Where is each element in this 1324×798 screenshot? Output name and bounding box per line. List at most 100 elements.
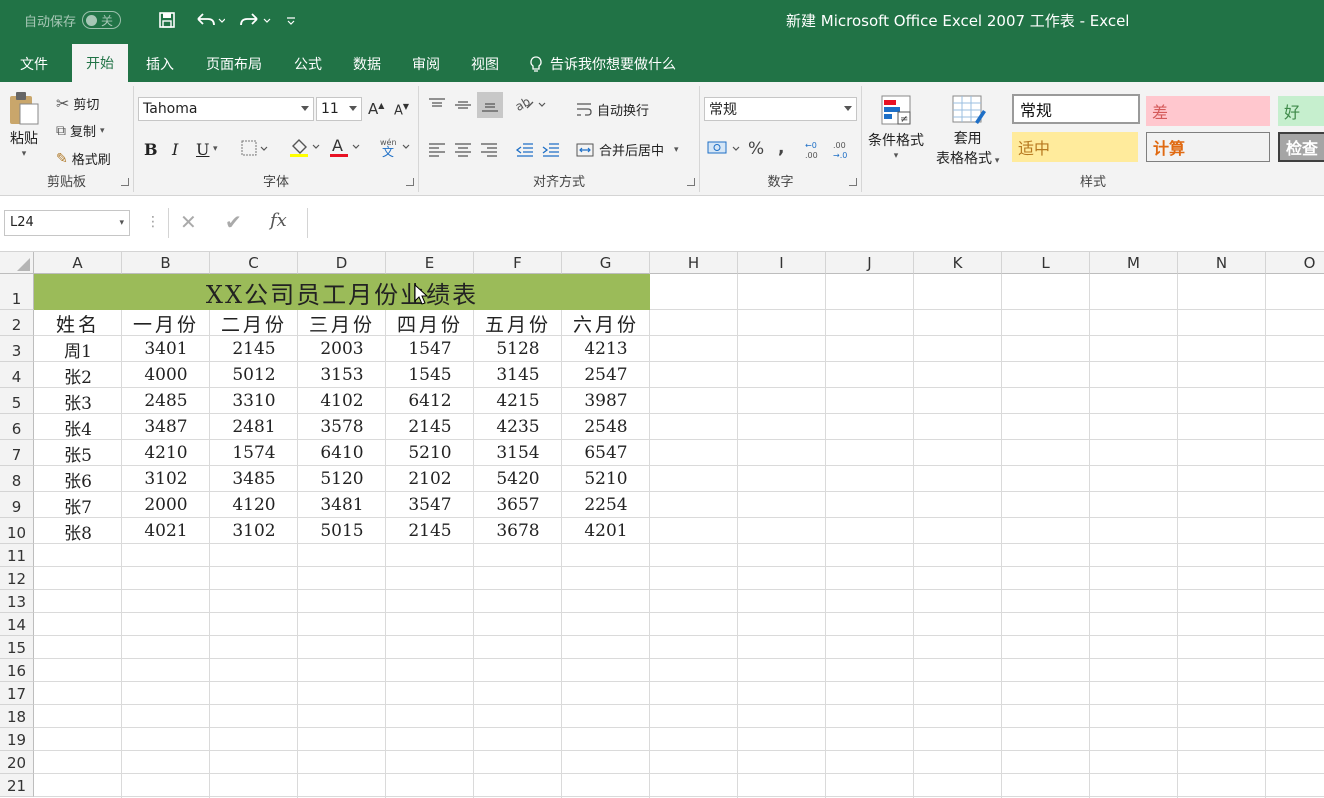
data-cell[interactable]: 4201 — [562, 518, 650, 544]
tab-formulas[interactable]: 公式 — [284, 46, 332, 82]
cut-button[interactable]: ✂ 剪切 — [56, 94, 99, 113]
data-cell[interactable]: 周1 — [34, 336, 122, 362]
style-normal[interactable]: 常规 — [1012, 94, 1140, 124]
copy-dropdown-icon[interactable]: ▾ — [100, 126, 105, 136]
copy-button[interactable]: ⧉ 复制 ▾ — [56, 121, 105, 141]
data-cell[interactable]: 5128 — [474, 336, 562, 362]
name-box[interactable]: L24 ▾ — [4, 210, 130, 236]
header-cell[interactable]: 姓名 — [34, 310, 122, 336]
merge-dropdown-icon[interactable]: ▾ — [674, 145, 679, 155]
data-cell[interactable]: 3102 — [122, 466, 210, 492]
data-cell[interactable]: 2547 — [562, 362, 650, 388]
data-cell[interactable]: 2000 — [122, 492, 210, 518]
data-cell[interactable]: 2254 — [562, 492, 650, 518]
name-box-dropdown-icon[interactable]: ▾ — [119, 211, 124, 235]
conditional-formatting-button[interactable]: ≠ 条件格式 ▾ — [868, 92, 924, 161]
merge-center-button[interactable]: 合并后居中 ▾ — [575, 140, 679, 159]
align-top-button[interactable] — [427, 96, 447, 114]
font-color-button[interactable]: A — [328, 136, 360, 158]
column-header-l[interactable]: L — [1002, 252, 1090, 274]
data-cell[interactable]: 3987 — [562, 388, 650, 414]
data-cell[interactable]: 6410 — [298, 440, 386, 466]
align-left-button[interactable] — [427, 140, 447, 158]
data-cell[interactable]: 2481 — [210, 414, 298, 440]
align-bottom-button[interactable] — [477, 92, 503, 118]
header-cell[interactable]: 三月份 — [298, 310, 386, 336]
data-cell[interactable]: 3578 — [298, 414, 386, 440]
data-cell[interactable]: 张5 — [34, 440, 122, 466]
data-cell[interactable]: 4021 — [122, 518, 210, 544]
data-cell[interactable]: 4235 — [474, 414, 562, 440]
bold-button[interactable]: B — [144, 140, 158, 159]
data-cell[interactable]: 1574 — [210, 440, 298, 466]
paste-dropdown-icon[interactable]: ▾ — [22, 150, 27, 159]
autosave[interactable]: 自动保存 关 — [24, 0, 122, 40]
worksheet-grid[interactable]: ABCDEFGHIJKLMNO 1 2 3 4 5 6 7 8 9 10 11 12 13 14 15 16 1… — [0, 252, 1324, 798]
percent-button[interactable]: % — [748, 139, 764, 159]
paste-button[interactable]: 粘贴 ▾ — [8, 90, 40, 159]
column-header-j[interactable]: J — [826, 252, 914, 274]
header-cell[interactable]: 二月份 — [210, 310, 298, 336]
data-cell[interactable]: 张8 — [34, 518, 122, 544]
column-header-m[interactable]: M — [1090, 252, 1178, 274]
row-header-6[interactable]: 6 — [0, 414, 34, 440]
orientation-button[interactable]: ab — [513, 94, 547, 114]
data-cell[interactable]: 3657 — [474, 492, 562, 518]
row-header-20[interactable]: 20 — [0, 751, 34, 774]
accounting-format-button[interactable] — [706, 138, 742, 158]
data-cell[interactable]: 3401 — [122, 336, 210, 362]
row-header-12[interactable]: 12 — [0, 567, 34, 590]
column-header-o[interactable]: O — [1266, 252, 1324, 274]
align-center-button[interactable] — [453, 140, 473, 158]
row-header-8[interactable]: 8 — [0, 466, 34, 492]
style-neutral[interactable]: 适中 — [1012, 132, 1138, 162]
font-launcher-icon[interactable] — [406, 178, 414, 186]
data-cell[interactable]: 张6 — [34, 466, 122, 492]
column-header-a[interactable]: A — [34, 252, 122, 274]
data-cell[interactable]: 5210 — [386, 440, 474, 466]
style-good[interactable]: 好 — [1278, 96, 1324, 126]
data-cell[interactable]: 1547 — [386, 336, 474, 362]
tab-page-layout[interactable]: 页面布局 — [196, 46, 272, 82]
data-cell[interactable]: 3102 — [210, 518, 298, 544]
decrease-font-size-button[interactable]: A▼ — [394, 102, 409, 118]
column-header-n[interactable]: N — [1178, 252, 1266, 274]
phonetic-guide-button[interactable]: wén 文 — [378, 136, 410, 158]
row-header-9[interactable]: 9 — [0, 492, 34, 518]
data-cell[interactable]: 2003 — [298, 336, 386, 362]
header-cell[interactable]: 一月份 — [122, 310, 210, 336]
header-cell[interactable]: 五月份 — [474, 310, 562, 336]
tab-data[interactable]: 数据 — [343, 46, 391, 82]
decrease-decimal-button[interactable]: .00 →.0 — [832, 138, 854, 160]
tab-review[interactable]: 审阅 — [402, 46, 450, 82]
data-cell[interactable]: 张3 — [34, 388, 122, 414]
column-header-e[interactable]: E — [386, 252, 474, 274]
enter-icon[interactable]: ✔ — [225, 210, 242, 234]
format-as-table-button[interactable]: 套用 表格格式 ▾ — [936, 92, 999, 168]
data-cell[interactable]: 4120 — [210, 492, 298, 518]
row-header-4[interactable]: 4 — [0, 362, 34, 388]
increase-indent-button[interactable] — [541, 140, 561, 158]
data-cell[interactable]: 3310 — [210, 388, 298, 414]
insert-function-button[interactable]: fx — [270, 210, 287, 231]
format-painter-button[interactable]: ✎ 格式刷 — [56, 149, 111, 169]
formula-input[interactable] — [312, 208, 1324, 238]
row-header-11[interactable]: 11 — [0, 544, 34, 567]
customize-quick-access-icon[interactable] — [286, 0, 296, 40]
row-header-3[interactable]: 3 — [0, 336, 34, 362]
data-cell[interactable]: 3487 — [122, 414, 210, 440]
row-header-7[interactable]: 7 — [0, 440, 34, 466]
header-cell[interactable]: 四月份 — [386, 310, 474, 336]
fill-color-button[interactable] — [288, 136, 320, 158]
column-header-g[interactable]: G — [562, 252, 650, 274]
tab-view[interactable]: 视图 — [461, 46, 509, 82]
select-all-button[interactable] — [0, 252, 34, 274]
row-header-21[interactable]: 21 — [0, 774, 34, 797]
clipboard-launcher-icon[interactable] — [121, 178, 129, 186]
data-cell[interactable]: 2548 — [562, 414, 650, 440]
data-cell[interactable]: 3153 — [298, 362, 386, 388]
data-cell[interactable]: 张2 — [34, 362, 122, 388]
row-header-16[interactable]: 16 — [0, 659, 34, 682]
tab-file[interactable]: 文件 — [8, 46, 60, 82]
data-cell[interactable]: 2145 — [386, 414, 474, 440]
